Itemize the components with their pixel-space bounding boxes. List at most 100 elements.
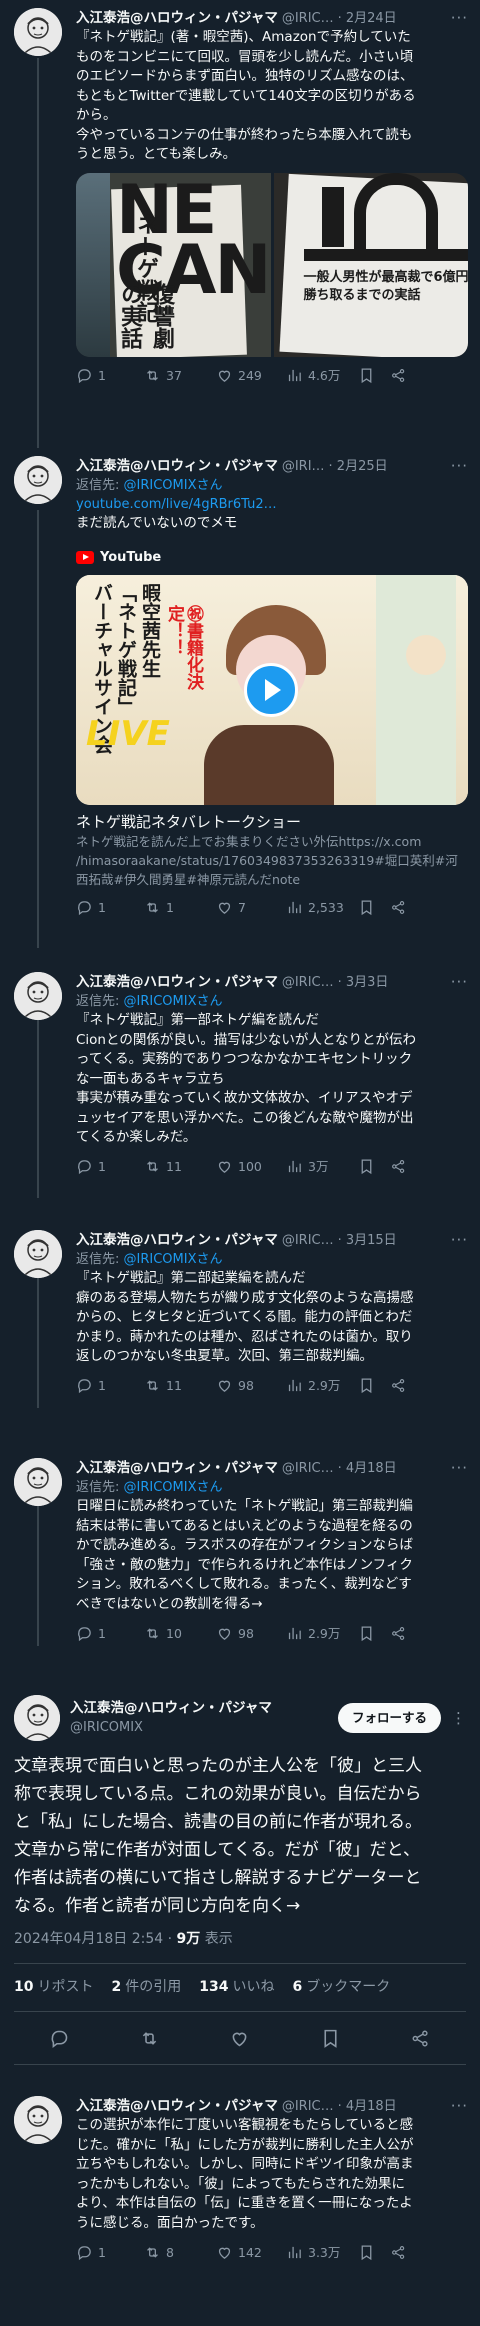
avatar[interactable] (14, 2096, 62, 2144)
views-button[interactable]: 2,533 (286, 898, 358, 917)
avatar[interactable] (14, 1230, 62, 1278)
views-button[interactable]: 3万 (286, 1157, 358, 1176)
share-icon[interactable] (410, 2028, 431, 2049)
stat-reposts[interactable]: 10 リポスト (14, 1978, 93, 1997)
retweet-button[interactable]: 11 (144, 1157, 216, 1176)
stat-quotes[interactable]: 2 件の引用 (111, 1978, 181, 1997)
author-name[interactable]: 入江泰浩@ハロウィン・パジャマ (76, 457, 278, 476)
bookmark-button[interactable] (358, 1625, 390, 1642)
like-button[interactable]: 100 (216, 1157, 286, 1176)
author-handle[interactable]: @IRIC… (282, 2097, 334, 2116)
author-name[interactable]: 入江泰浩@ハロウィン・パジャマ (76, 2097, 278, 2116)
stat-likes[interactable]: 134 いいね (199, 1978, 274, 1997)
bookmark-button[interactable] (358, 367, 390, 384)
author-handle[interactable]: @IRIC… (282, 1459, 334, 1478)
book-photo-right[interactable]: 一般人男性が最高裁で6億円 勝ち取るまでの実話 (273, 172, 468, 357)
more-icon[interactable]: ··· (451, 1459, 468, 1478)
author-name[interactable]: 入江泰浩@ハロウィン・パジャマ (76, 973, 278, 992)
tweet[interactable]: 入江泰浩@ハロウィン・パジャマ @IRI… · 2月25日 ··· 返信先: @… (0, 448, 480, 964)
tweet[interactable]: 入江泰浩@ハロウィン・パジャマ @IRIC… · 4月18日 ··· この選択が… (0, 2088, 480, 2326)
share-button[interactable] (390, 899, 412, 916)
heart-icon[interactable] (229, 2028, 250, 2049)
bookmark-icon[interactable] (320, 2028, 341, 2049)
bookmark-button[interactable] (358, 899, 390, 916)
author-handle[interactable]: @IRIC… (282, 973, 334, 992)
more-icon[interactable]: ··· (451, 9, 468, 28)
retweet-icon[interactable] (139, 2028, 160, 2049)
tweet-date[interactable]: · 4月18日 (338, 1459, 397, 1478)
share-button[interactable] (390, 2244, 412, 2261)
avatar[interactable] (14, 1695, 60, 1741)
reply-target-link[interactable]: @IRICOMIXさん (124, 1480, 223, 1495)
author-name[interactable]: 入江泰浩@ハロウィン・パジャマ (76, 1459, 278, 1478)
bookmark-button[interactable] (358, 1158, 390, 1175)
share-button[interactable] (390, 367, 412, 384)
like-button[interactable]: 98 (216, 1376, 286, 1395)
author-handle[interactable]: @IRIC… (282, 1231, 334, 1250)
like-button[interactable]: 249 (216, 366, 286, 385)
more-icon[interactable]: ··· (451, 973, 468, 992)
more-icon[interactable]: ··· (451, 2097, 468, 2116)
photo-grid[interactable]: NE CAN ネトゲ戦記 の実話 復讐劇 一般人男性が最高裁で6億円 勝ち取るまで… (76, 172, 468, 357)
retweet-count: 11 (166, 1159, 182, 1174)
like-button[interactable]: 98 (216, 1624, 286, 1643)
youtube-link[interactable]: youtube.com/live/4gRBr6Tu2… (76, 495, 468, 514)
reply-button[interactable]: 1 (76, 898, 144, 917)
more-icon[interactable]: ··· (451, 1231, 468, 1250)
author-handle[interactable]: @IRICOMIX (70, 1718, 272, 1737)
author-name[interactable]: 入江泰浩@ハロウィン・パジャマ (76, 9, 278, 28)
tweet-date[interactable]: · 4月18日 (338, 2097, 397, 2116)
retweet-button[interactable]: 11 (144, 1376, 216, 1395)
tweet-date[interactable]: · 2月24日 (338, 9, 397, 28)
tweet-date[interactable]: · 3月3日 (338, 973, 389, 992)
share-button[interactable] (390, 1377, 412, 1394)
avatar[interactable] (14, 456, 62, 504)
reply-target-link[interactable]: @IRICOMIXさん (124, 478, 223, 493)
avatar[interactable] (14, 1458, 62, 1506)
more-icon[interactable]: ··· (451, 457, 468, 476)
author-name[interactable]: 入江泰浩@ハロウィン・パジャマ (76, 1231, 278, 1250)
reply-button[interactable]: 1 (76, 1157, 144, 1176)
author-handle[interactable]: @IRI… (282, 457, 325, 476)
focused-tweet[interactable]: 入江泰浩@ハロウィン・パジャマ @IRICOMIX フォローする ⋮ 文章表現で… (0, 1690, 480, 2080)
avatar[interactable] (14, 972, 62, 1020)
bookmark-button[interactable] (358, 2244, 390, 2261)
card-title[interactable]: ネトゲ戦記ネタバレトークショー (76, 813, 468, 832)
like-button[interactable]: 142 (216, 2243, 286, 2262)
reply-button[interactable]: 1 (76, 2243, 144, 2262)
reply-target-link[interactable]: @IRICOMIXさん (124, 1252, 223, 1267)
retweet-button[interactable]: 10 (144, 1624, 216, 1643)
views-button[interactable]: 4.6万 (286, 366, 358, 385)
video-thumbnail[interactable]: 暇空茜先生 「ネトゲ戦記」 バーチャルサイン会 ㊗書籍化決定！！ LIVE (76, 574, 468, 805)
book-photo-left[interactable]: NE CAN ネトゲ戦記 の実話 復讐劇 (76, 172, 271, 357)
play-icon[interactable] (244, 662, 298, 717)
author-handle[interactable]: @IRIC… (282, 9, 334, 28)
reply-button[interactable]: 1 (76, 1624, 144, 1643)
views-button[interactable]: 2.9万 (286, 1624, 358, 1643)
retweet-button[interactable]: 37 (144, 366, 216, 385)
reply-button[interactable]: 1 (76, 366, 144, 385)
tweet[interactable]: 入江泰浩@ハロウィン・パジャマ @IRIC… · 4月18日 ··· 返信先: … (0, 1450, 480, 1690)
tweet[interactable]: 入江泰浩@ハロウィン・パジャマ @IRIC… · 3月3日 ··· 返信先: @… (0, 964, 480, 1222)
avatar[interactable] (14, 8, 62, 56)
tweet[interactable]: 入江泰浩@ハロウィン・パジャマ @IRIC… · 3月15日 ··· 返信先: … (0, 1222, 480, 1450)
tweet[interactable]: 入江泰浩@ハロウィン・パジャマ @IRIC… · 2月24日 ··· 『ネトゲ戦… (0, 0, 480, 448)
stat-bookmarks[interactable]: 6 ブックマーク (292, 1978, 390, 1997)
retweet-button[interactable]: 8 (144, 2243, 216, 2262)
more-icon[interactable]: ⋮ (451, 1709, 466, 1728)
share-button[interactable] (390, 1158, 412, 1175)
like-button[interactable]: 7 (216, 898, 286, 917)
bookmark-button[interactable] (358, 1377, 390, 1394)
tweet-date[interactable]: · 2月25日 (329, 457, 388, 476)
views-button[interactable]: 3.3万 (286, 2243, 358, 2262)
views-button[interactable]: 2.9万 (286, 1376, 358, 1395)
reply-target-link[interactable]: @IRICOMIXさん (124, 994, 223, 1009)
retweet-button[interactable]: 1 (144, 898, 216, 917)
follow-button[interactable]: フォローする (337, 1703, 441, 1733)
author-name[interactable]: 入江泰浩@ハロウィン・パジャマ (70, 1699, 272, 1718)
reply-icon[interactable] (49, 2028, 70, 2049)
reply-button[interactable]: 1 (76, 1376, 144, 1395)
share-button[interactable] (390, 1625, 412, 1642)
timestamp[interactable]: 2024年04月18日 2:54 (14, 1931, 163, 1947)
tweet-date[interactable]: · 3月15日 (338, 1231, 397, 1250)
